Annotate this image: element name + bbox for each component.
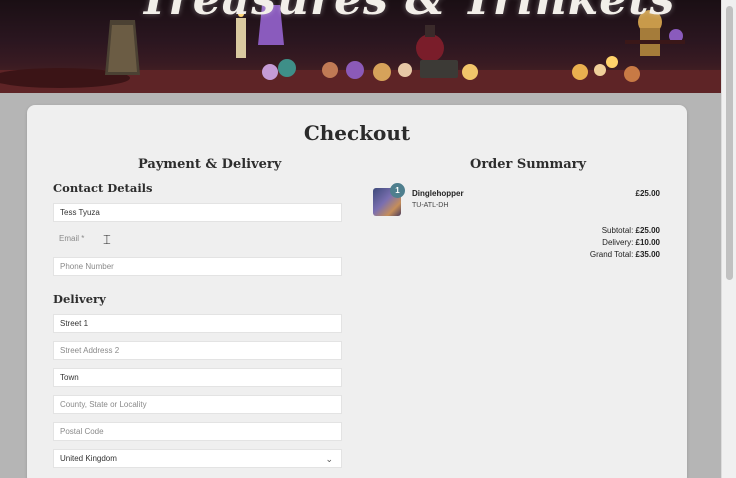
- checkout-card: Checkout Payment & Delivery Order Summar…: [27, 105, 687, 478]
- street2-field[interactable]: Street Address 2: [53, 341, 342, 360]
- text-cursor-icon: ⌶: [103, 233, 111, 248]
- contact-details-heading: Contact Details: [53, 181, 153, 195]
- page-title: Checkout: [303, 121, 411, 145]
- item-price: £25.00: [635, 189, 660, 198]
- country-value: United Kingdom: [60, 454, 117, 463]
- order-summary-heading: Order Summary: [470, 157, 587, 172]
- delivery-label: Delivery:: [602, 238, 634, 247]
- item-name: Dinglehopper: [412, 189, 464, 198]
- chevron-down-icon: ⌄: [325, 454, 333, 464]
- delivery-value: £10.00: [635, 238, 660, 247]
- phone-placeholder: Phone Number: [60, 262, 114, 271]
- grand-total-line: Grand Total: £35.00: [590, 250, 660, 259]
- grand-total-label: Grand Total:: [589, 250, 634, 259]
- full-name-value: Tess Tyuza: [60, 208, 100, 217]
- scrollbar-thumb[interactable]: [726, 6, 733, 280]
- banner-title: Treasures & Trinkets: [138, 0, 675, 25]
- postal-placeholder: Postal Code: [60, 427, 104, 436]
- county-field[interactable]: County, State or Locality: [53, 395, 342, 414]
- email-placeholder: Email *: [59, 234, 85, 243]
- subtotal-line: Subtotal: £25.00: [602, 226, 660, 235]
- subtotal-label: Subtotal:: [601, 226, 634, 235]
- town-value: Town: [60, 373, 79, 382]
- full-name-field[interactable]: Tess Tyuza: [53, 203, 342, 222]
- delivery-line: Delivery: £10.00: [602, 238, 660, 247]
- phone-field[interactable]: Phone Number: [53, 257, 342, 276]
- street1-field[interactable]: Street 1: [53, 314, 342, 333]
- town-field[interactable]: Town: [53, 368, 342, 387]
- vertical-scrollbar[interactable]: [721, 0, 736, 478]
- email-field[interactable]: Email *: [53, 230, 342, 249]
- header-banner: Treasures & Trinkets: [0, 0, 721, 93]
- delivery-heading: Delivery: [53, 292, 106, 306]
- country-select[interactable]: United Kingdom ⌄: [53, 449, 342, 468]
- quantity-badge: 1: [390, 183, 405, 198]
- county-placeholder: County, State or Locality: [60, 400, 147, 409]
- postal-code-field[interactable]: Postal Code: [53, 422, 342, 441]
- subtotal-value: £25.00: [635, 226, 660, 235]
- street2-placeholder: Street Address 2: [60, 346, 120, 355]
- payment-delivery-heading: Payment & Delivery: [138, 157, 282, 172]
- item-sku: TU-ATL-DH: [412, 202, 449, 209]
- grand-total-value: £35.00: [635, 250, 660, 259]
- street1-value: Street 1: [60, 319, 89, 328]
